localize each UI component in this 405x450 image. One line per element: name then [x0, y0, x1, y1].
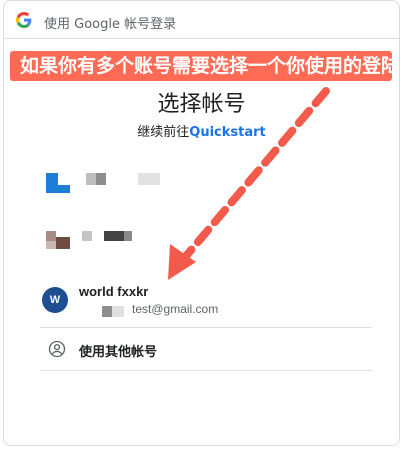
redacted-email-prefix-part: [112, 306, 124, 317]
person-circle-icon: [48, 340, 66, 358]
use-other-account-button[interactable]: 使用其他帐号: [40, 328, 372, 371]
signin-header: 使用 Google 帐号登录: [4, 1, 399, 39]
annotation-banner: 如果你有多个账号需要选择一个你使用的登陆: [10, 51, 392, 81]
subtitle-prefix: 继续前往: [137, 125, 190, 140]
redacted-email-prefix: [102, 306, 112, 317]
page-subtitle: 继续前往Quickstart: [4, 121, 399, 140]
redacted-name-part: [124, 231, 132, 241]
account-name: world fxxkr: [79, 284, 149, 299]
redacted-name: [82, 231, 92, 241]
redacted-avatar-part: [56, 237, 70, 249]
account-row-world[interactable]: W world fxxkr test@gmail.com: [40, 275, 372, 328]
account-row-redacted-1[interactable]: [42, 161, 372, 205]
page-title: 选择帐号: [157, 92, 246, 117]
app-name-link[interactable]: Quickstart: [189, 125, 265, 140]
redacted-email: [138, 173, 160, 185]
redacted-avatar-part: [46, 241, 56, 249]
google-g-icon: [16, 12, 32, 28]
use-other-account-label: 使用其他帐号: [79, 345, 158, 360]
header-title: 使用 Google 帐号登录: [44, 17, 177, 32]
account-row-redacted-2[interactable]: [42, 223, 372, 267]
avatar: W: [42, 287, 68, 313]
redacted-avatar: [46, 231, 56, 241]
redacted-name-part: [104, 231, 124, 241]
redacted-avatar-part: [46, 185, 70, 193]
redacted-name: [86, 173, 96, 185]
account-email: test@gmail.com: [132, 302, 219, 316]
redacted-name-part: [96, 173, 106, 185]
